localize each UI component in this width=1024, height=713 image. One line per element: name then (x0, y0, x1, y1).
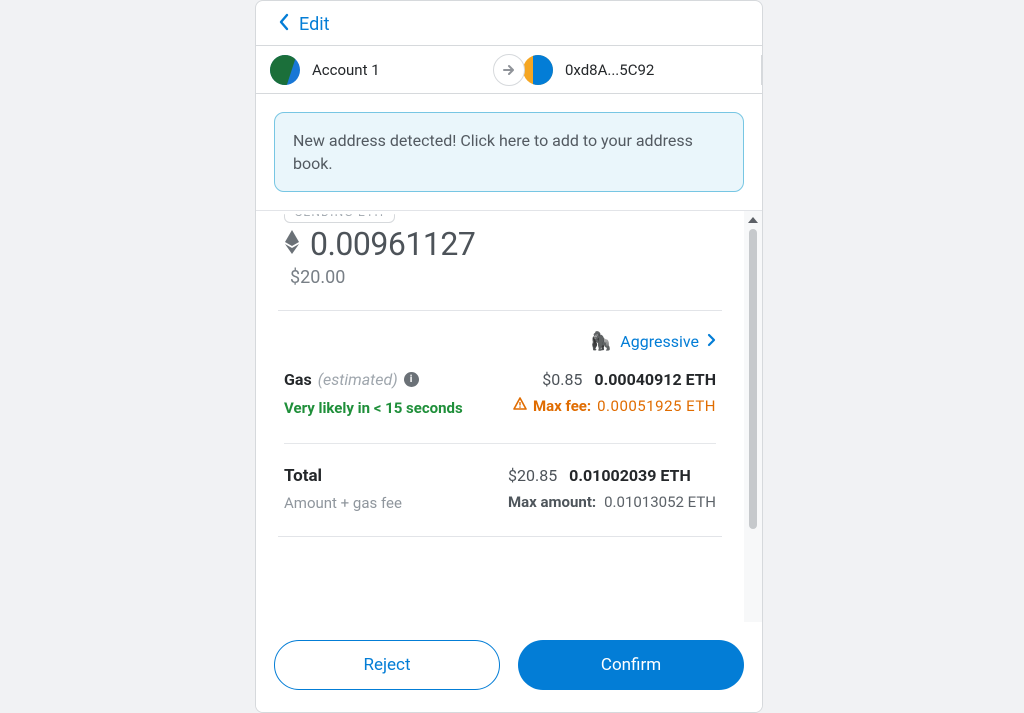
total-label: Total (284, 466, 402, 486)
confirm-button[interactable]: Confirm (518, 640, 744, 690)
gas-panel: 🦍 Aggressive Gas (estimated) i $0.85 (256, 311, 744, 537)
sending-pill: SENDING ETH (284, 211, 395, 223)
warning-icon (513, 397, 527, 415)
notice-section: New address detected! Click here to add … (256, 94, 762, 211)
to-account-label: 0xd8A...5C92 (565, 61, 654, 79)
from-account[interactable]: Account 1 (256, 55, 509, 85)
info-icon[interactable]: i (404, 372, 419, 387)
gas-label-group: Gas (estimated) i (284, 370, 419, 389)
amount-crypto: 0.00961127 (310, 225, 475, 263)
from-avatar-icon (270, 55, 300, 85)
bottom-divider (278, 536, 722, 537)
gas-row: Gas (estimated) i $0.85 0.00040912 ETH (284, 370, 716, 389)
to-account[interactable]: 0xd8A...5C92 (509, 55, 762, 85)
max-fee-value: 0.00051925 ETH (597, 397, 716, 415)
header: Edit (256, 1, 762, 46)
gas-mode-selector[interactable]: 🦍 Aggressive (284, 331, 716, 352)
scrollbar[interactable] (748, 217, 758, 616)
max-amount-line: Max amount: 0.01013052 ETH (508, 493, 716, 511)
total-crypto: 0.01002039 ETH (569, 466, 691, 485)
reject-button[interactable]: Reject (274, 640, 500, 690)
gas-crypto: 0.00040912 ETH (594, 370, 716, 389)
amount-fiat: $20.00 (256, 263, 744, 310)
chevron-right-icon (707, 332, 716, 351)
total-right: $20.85 0.01002039 ETH Max amount: 0.0101… (508, 466, 716, 511)
total-left: Total Amount + gas fee (284, 466, 402, 512)
back-chevron-icon[interactable] (278, 13, 289, 35)
scroll-thumb[interactable] (749, 229, 757, 529)
transaction-confirm-window: Edit Account 1 0xd8A...5C92 New address … (255, 0, 763, 713)
max-amount-label: Max amount: (508, 493, 596, 511)
gas-likely-text: Very likely in < 15 seconds (284, 399, 463, 417)
eth-icon (284, 229, 302, 259)
accounts-row: Account 1 0xd8A...5C92 (256, 46, 762, 94)
total-sub-label: Amount + gas fee (284, 494, 402, 512)
gas-label: Gas (284, 370, 312, 389)
gorilla-icon: 🦍 (590, 331, 612, 352)
gas-estimated-suffix: (estimated) (318, 370, 398, 389)
total-row: Total Amount + gas fee $20.85 0.01002039… (284, 466, 716, 512)
max-fee-line: Max fee: 0.00051925 ETH (513, 397, 716, 415)
gas-mode-label: Aggressive (620, 332, 699, 351)
transaction-body-inner: SENDING ETH 0.00961127 $20.00 🦍 Aggressi… (256, 211, 744, 622)
max-fee-label: Max fee: (533, 397, 591, 415)
amount-row: 0.00961127 (256, 225, 744, 263)
total-fiat: $20.85 (508, 466, 557, 485)
gas-fiat: $0.85 (542, 370, 582, 389)
from-account-label: Account 1 (312, 61, 380, 79)
to-avatar-icon (523, 55, 553, 85)
transfer-arrow-icon (493, 54, 525, 86)
new-address-notice[interactable]: New address detected! Click here to add … (274, 112, 744, 192)
thin-divider (284, 443, 716, 444)
gas-values: $0.85 0.00040912 ETH (542, 370, 716, 389)
max-amount-value: 0.01013052 ETH (604, 493, 716, 511)
scroll-up-icon[interactable] (748, 217, 758, 223)
transaction-body: SENDING ETH 0.00961127 $20.00 🦍 Aggressi… (256, 211, 762, 622)
edit-link[interactable]: Edit (299, 14, 329, 35)
footer: Reject Confirm (256, 622, 762, 712)
gas-secondary-row: Very likely in < 15 seconds Max fee: 0.0… (284, 389, 716, 417)
